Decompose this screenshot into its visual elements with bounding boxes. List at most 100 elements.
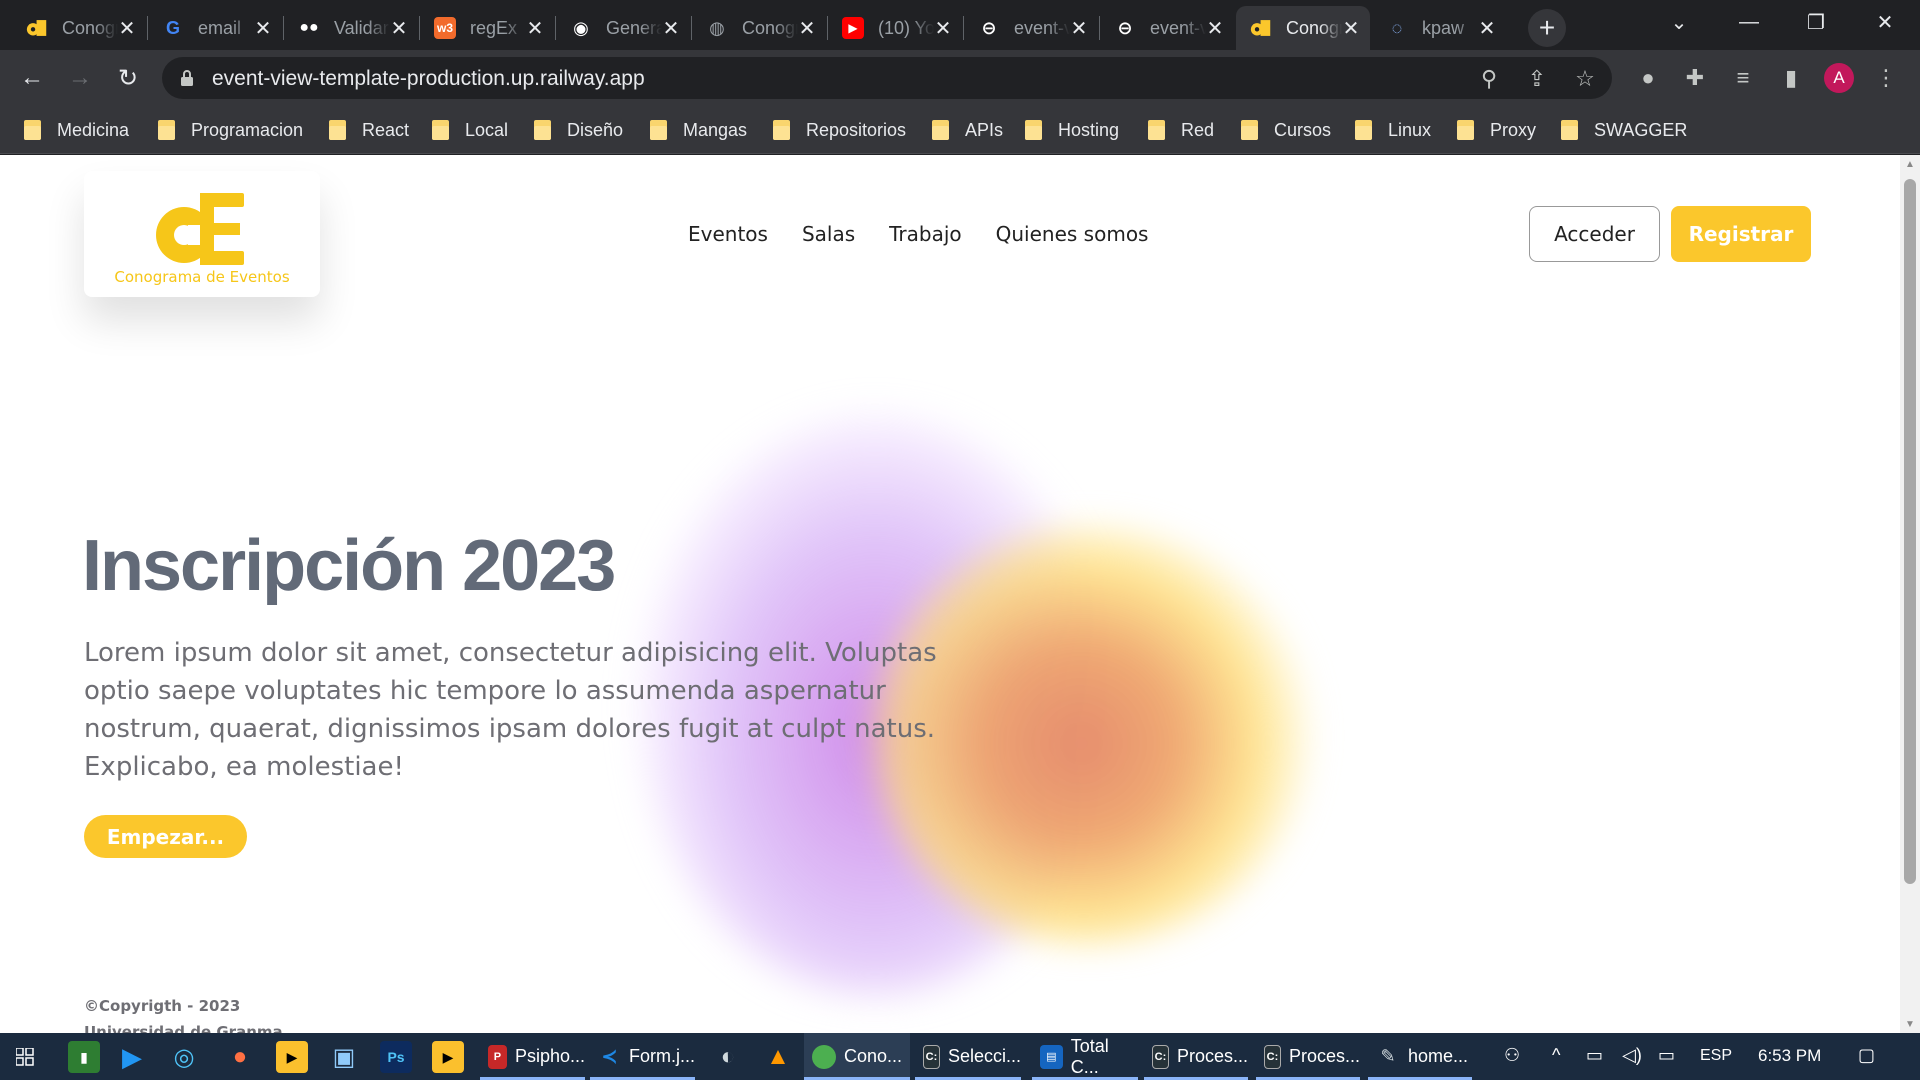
browser-tab[interactable]: ●● Validar ✕ — [284, 6, 418, 50]
browser-tab[interactable]: Gemail ✕ — [148, 6, 282, 50]
address-bar[interactable]: event-view-template-production.up.railwa… — [162, 57, 1612, 99]
side-panel-icon[interactable]: ▮ — [1777, 64, 1805, 92]
network-icon[interactable]: ▭ — [1658, 1045, 1675, 1066]
extension-icon[interactable]: ● — [1634, 64, 1662, 92]
page-scrollbar[interactable]: ▲ ▼ — [1900, 155, 1920, 1033]
bookmark-folder[interactable]: Linux — [1355, 116, 1431, 144]
restore-button[interactable]: ❐ — [1781, 0, 1851, 44]
back-button[interactable]: ← — [12, 58, 52, 98]
pinned-app-icon[interactable]: ▮ — [68, 1041, 100, 1073]
save-disk-icon[interactable]: ▣ — [328, 1041, 360, 1073]
tray-expand-icon[interactable]: ^ — [1552, 1045, 1560, 1066]
site-logo[interactable]: Conograma de Eventos — [84, 171, 320, 297]
scrollbar-thumb[interactable] — [1904, 179, 1916, 884]
taskbar-app[interactable]: C: Proces... — [1144, 1033, 1248, 1080]
bookmark-folder[interactable]: Proxy — [1457, 116, 1536, 144]
folder-icon — [1561, 120, 1578, 140]
forward-button[interactable]: → — [60, 58, 100, 98]
bookmark-folder[interactable]: Cursos — [1241, 116, 1331, 144]
browser-tab[interactable]: ⊖ event-view✕ — [964, 6, 1098, 50]
browser-tab[interactable]: ⊖ event-view✕ — [1100, 6, 1234, 50]
language-indicator[interactable]: ESP — [1700, 1047, 1732, 1065]
register-button[interactable]: Registrar — [1671, 206, 1811, 262]
close-tab-icon[interactable]: ✕ — [1070, 16, 1088, 41]
close-tab-icon[interactable]: ✕ — [390, 16, 408, 41]
scroll-down-arrow-icon[interactable]: ▼ — [1900, 1015, 1920, 1033]
browser-tab[interactable]: ▶ (10) YouTube✕ — [828, 6, 962, 50]
nav-link-salas[interactable]: Salas — [802, 222, 855, 246]
clock[interactable]: 6:53 PM — [1758, 1046, 1821, 1066]
media-queue-icon[interactable]: ≡ — [1729, 64, 1757, 92]
browser-tab[interactable]: ◌ kpaw ✕ — [1372, 6, 1506, 50]
taskbar-app[interactable]: C: Selecci... — [915, 1033, 1021, 1080]
battery-icon[interactable]: ▭ — [1586, 1045, 1603, 1066]
bookmark-folder[interactable]: APIs — [932, 116, 1003, 144]
bookmark-folder[interactable]: Programacion — [158, 116, 303, 144]
browser-tab[interactable]: Conograma de Eventos✕ — [12, 6, 146, 50]
browser-tab[interactable]: ◍ Conograma✕ — [692, 6, 826, 50]
taskbar-app[interactable]: ▤ Total C... — [1032, 1033, 1138, 1080]
share-icon[interactable]: ⇪ — [1523, 65, 1551, 93]
nav-link-eventos[interactable]: Eventos — [688, 222, 768, 246]
close-tab-icon[interactable]: ✕ — [662, 16, 680, 41]
main-nav: Eventos Salas Trabajo Quienes somos — [688, 222, 1148, 246]
bookmark-folder[interactable]: React — [329, 116, 409, 144]
task-view-icon[interactable] — [16, 1048, 34, 1066]
bookmark-folder[interactable]: Repositorios — [773, 116, 906, 144]
zoom-icon[interactable]: ⚲ — [1475, 65, 1503, 93]
profile-avatar[interactable]: A — [1824, 63, 1854, 93]
lock-icon[interactable] — [180, 69, 194, 87]
bookmark-folder[interactable]: Red — [1148, 116, 1214, 144]
volume-icon[interactable]: ◁) — [1622, 1045, 1642, 1066]
puzzle-extensions-icon[interactable]: ✚ — [1681, 64, 1709, 92]
login-button[interactable]: Acceder — [1529, 206, 1660, 262]
minimize-button[interactable]: — — [1714, 0, 1784, 44]
nav-link-quienes-somos[interactable]: Quienes somos — [996, 222, 1149, 246]
nav-link-trabajo[interactable]: Trabajo — [889, 222, 962, 246]
bookmark-folder[interactable]: Medicina — [24, 116, 129, 144]
taskbar-app[interactable]: C: Proces... — [1256, 1033, 1360, 1080]
player-icon[interactable]: ▶ — [432, 1041, 464, 1073]
bookmark-folder[interactable]: Local — [432, 116, 508, 144]
close-tab-icon[interactable]: ✕ — [798, 16, 816, 41]
menu-kebab-icon[interactable]: ⋮ — [1872, 64, 1900, 92]
url-text[interactable]: event-view-template-production.up.railwa… — [212, 67, 645, 91]
footer-organization: Universidad de Granma — [84, 1023, 283, 1033]
player-icon[interactable]: ▶ — [276, 1041, 308, 1073]
bookmark-folder[interactable]: Diseño — [534, 116, 623, 144]
reload-button[interactable]: ↻ — [108, 58, 148, 98]
close-tab-icon[interactable]: ✕ — [1478, 16, 1496, 41]
close-tab-icon[interactable]: ✕ — [1342, 16, 1360, 41]
close-tab-icon[interactable]: ✕ — [526, 16, 544, 41]
close-window-button[interactable]: ✕ — [1850, 0, 1920, 44]
bookmark-folder[interactable]: Hosting — [1025, 116, 1119, 144]
vlc-icon[interactable]: ▲ — [762, 1041, 794, 1073]
new-tab-button[interactable]: + — [1528, 9, 1566, 47]
photoshop-icon[interactable]: Ps — [380, 1041, 412, 1073]
close-tab-icon[interactable]: ✕ — [934, 16, 952, 41]
close-tab-icon[interactable]: ✕ — [254, 16, 272, 41]
close-tab-icon[interactable]: ✕ — [1206, 16, 1224, 41]
taskbar-app[interactable]: ≺ Form.j... — [590, 1033, 695, 1080]
tab-search-chevron-icon[interactable]: ⌄ — [1644, 0, 1714, 44]
start-button[interactable]: Empezar... — [84, 815, 247, 858]
firefox-icon[interactable]: ● — [224, 1041, 256, 1073]
scroll-up-arrow-icon[interactable]: ▲ — [1900, 155, 1920, 173]
edge-icon[interactable]: ◎ — [168, 1041, 200, 1073]
bookmark-folder[interactable]: SWAGGER — [1561, 116, 1687, 144]
bookmark-folder[interactable]: Mangas — [650, 116, 747, 144]
taskbar-app[interactable]: ✎ home... — [1368, 1033, 1472, 1080]
browser-tab[interactable]: w3 regEx ✕ — [420, 6, 554, 50]
notifications-icon[interactable]: ▢ — [1858, 1045, 1875, 1066]
media-player-icon[interactable]: ▶ — [116, 1041, 148, 1073]
close-tab-icon[interactable]: ✕ — [118, 16, 136, 41]
taskbar-app[interactable]: P Psipho... — [480, 1033, 585, 1080]
browser-tab[interactable]: ◉ Generar✕ — [556, 6, 690, 50]
people-icon[interactable]: ⚇ — [1504, 1045, 1520, 1066]
bookmark-star-icon[interactable]: ☆ — [1571, 65, 1599, 93]
tab-title: email — [198, 17, 242, 38]
folder-icon — [534, 120, 551, 140]
browser-tab[interactable]: Conograma de Eventos✕ — [1236, 6, 1370, 50]
app-icon[interactable]: ◐ — [712, 1041, 744, 1073]
taskbar-app[interactable]: Cono... — [804, 1033, 910, 1080]
